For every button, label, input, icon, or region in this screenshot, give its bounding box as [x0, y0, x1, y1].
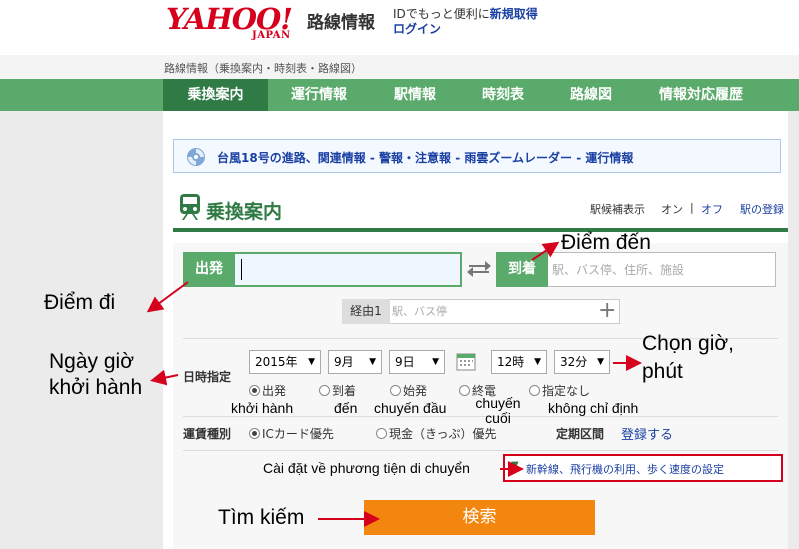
nav-station-info[interactable]: 駅情報: [370, 79, 460, 111]
annotation-depart-time: Ngày giờ khởi hành: [49, 350, 143, 399]
nav-transfer[interactable]: 乗換案内: [163, 79, 268, 111]
register-link[interactable]: 新規取得: [490, 7, 538, 21]
datetime-label: 日時指定: [183, 370, 232, 384]
nav-service-status[interactable]: 運行情報: [270, 79, 368, 111]
chevron-down-icon: ▼: [534, 357, 541, 367]
annotation-choose-time: Chọn giờ, phút: [642, 332, 734, 383]
radio: [319, 385, 330, 396]
typhoon-icon: [187, 148, 205, 166]
radio-checked: [249, 428, 260, 439]
nav-history[interactable]: 情報対応履歴: [636, 79, 766, 111]
annotation-transport: Cài đặt về phương tiện di chuyển: [263, 460, 470, 476]
commuter-pass-register-link[interactable]: 登録する: [621, 424, 673, 443]
divider: [183, 450, 778, 451]
radio: [529, 385, 540, 396]
station-register-link[interactable]: 駅の登録: [740, 201, 784, 217]
annotation-opt-last: chuyến cuối: [475, 395, 521, 426]
yahoo-japan-logo[interactable]: YAHOO! JAPAN: [166, 4, 306, 44]
annotation-search: Tìm kiếm: [218, 506, 305, 529]
separator: |: [690, 201, 694, 214]
via-label: 経由1: [342, 299, 390, 324]
station-complete-off[interactable]: オフ: [701, 201, 723, 217]
annotation-opt-first: chuyến đầu: [374, 400, 447, 416]
notice-links[interactable]: 台風18号の進路、関連情報 - 警報・注意報 - 雨雲ズームレーダー - 運行情…: [217, 149, 633, 166]
breadcrumb-bar: [0, 55, 799, 79]
day-select[interactable]: 9日 ▼: [389, 350, 445, 374]
section-title: 乗換案内: [206, 201, 283, 223]
departure-input[interactable]: [237, 254, 460, 285]
add-via-button[interactable]: +: [598, 298, 616, 324]
annotation-opt-none: không chỉ định: [548, 400, 639, 416]
train-icon: [180, 194, 200, 220]
left-margin: [0, 111, 163, 549]
chevron-down-icon: ▼: [597, 357, 604, 367]
arrival-input[interactable]: [550, 254, 772, 285]
time-option-none[interactable]: 指定なし: [529, 382, 590, 399]
section-divider: [173, 228, 788, 232]
annotation-origin: Điểm đi: [44, 291, 116, 314]
hour-select[interactable]: 12時 ▼: [491, 350, 547, 374]
month-select[interactable]: 9月 ▼: [328, 350, 382, 374]
radio: [390, 385, 401, 396]
arrival-label: 到着: [496, 252, 548, 287]
fare-option-ic[interactable]: ICカード優先: [249, 425, 334, 442]
annotation-opt-depart: khởi hành: [231, 400, 294, 416]
annotation-opt-arrive: đến: [334, 400, 358, 416]
station-complete-label: 駅候補表示: [590, 203, 645, 216]
radio-checked: [249, 385, 260, 396]
typhoon-notice: 台風18号の進路、関連情報 - 警報・注意報 - 雨雲ズームレーダー - 運行情…: [173, 139, 781, 173]
transport-settings-link[interactable]: 新幹線、飛行機の利用、歩く速度の設定: [526, 461, 724, 477]
nav-timetable[interactable]: 時刻表: [460, 79, 546, 111]
chevron-down-icon: ▼: [432, 357, 439, 367]
time-option-first[interactable]: 始発: [390, 382, 427, 399]
time-option-arrive[interactable]: 到着: [319, 382, 356, 399]
text-cursor: [241, 259, 242, 280]
year-select[interactable]: 2015年 ▼: [249, 350, 321, 374]
via-input[interactable]: [392, 301, 592, 322]
annotation-destination: Điểm đến: [561, 231, 651, 254]
fare-type-label: 運賃種別: [183, 427, 232, 441]
radio: [376, 428, 387, 439]
right-margin: [788, 111, 799, 549]
chevron-down-icon: ▼: [308, 357, 315, 367]
time-option-depart[interactable]: 出発: [249, 382, 286, 399]
radio: [459, 385, 470, 396]
nav-route-map[interactable]: 路線図: [546, 79, 636, 111]
breadcrumb: 路線情報（乗換案内・時刻表・路線図）: [164, 62, 362, 75]
fare-option-cash[interactable]: 現金（きっぷ）優先: [376, 425, 497, 442]
swap-icon[interactable]: [466, 259, 492, 279]
departure-label: 出発: [183, 252, 235, 287]
station-complete-on[interactable]: オン: [661, 201, 683, 217]
chevron-down-icon: ▼: [369, 357, 376, 367]
triangle-down-icon: ▼: [511, 460, 519, 471]
commuter-pass-label: 定期区間: [556, 427, 605, 441]
login-link[interactable]: ログイン: [393, 20, 441, 37]
minute-select[interactable]: 32分 ▼: [554, 350, 610, 374]
service-name: 路線情報: [307, 13, 375, 33]
calendar-icon[interactable]: [456, 351, 476, 371]
search-button[interactable]: 検索: [364, 500, 595, 535]
